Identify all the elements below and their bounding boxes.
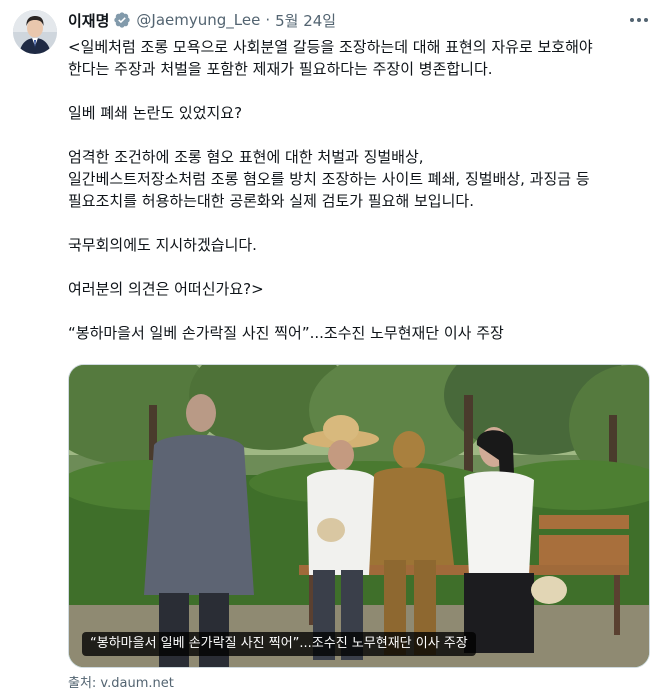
tweet-header: 이재명 @Jaemyung_Lee · 5월 24일	[68, 9, 336, 31]
author-handle[interactable]: @Jaemyung_Lee	[136, 11, 260, 29]
more-options-icon[interactable]	[626, 10, 652, 30]
separator-dot: ·	[265, 11, 271, 29]
verified-badge-icon	[113, 11, 131, 29]
avatar[interactable]	[13, 10, 57, 54]
tweet-paragraph: 엄격한 조건하에 조롱 혐오 표현에 대한 처벌과 징벌배상, 일간베스트저장소…	[68, 148, 590, 210]
tweet-paragraph: 여러분의 의견은 어떠신가요?>	[68, 280, 264, 298]
tweet-date[interactable]: 5월 24일	[275, 10, 336, 31]
linked-article-title: “봉하마을서 일베 손가락질 사진 찍어”...조수진 노무현재단 이사 주장	[68, 324, 504, 342]
news-photo	[69, 365, 649, 667]
tweet-paragraph: 국무회의에도 지시하겠습니다.	[68, 236, 257, 254]
link-card-caption: “봉하마을서 일베 손가락질 사진 찍어”...조수진 노무현재단 이사 주장	[82, 632, 476, 656]
tweet: 이재명 @Jaemyung_Lee · 5월 24일 <일베처럼 조롱 모욕으로…	[0, 0, 669, 696]
tweet-paragraph: <일베처럼 조롱 모욕으로 사회분열 갈등을 조장하는데 대해 표현의 자유로 …	[68, 38, 593, 78]
author-name[interactable]: 이재명	[68, 10, 109, 31]
tweet-paragraph: 일베 폐쇄 논란도 있었지요?	[68, 104, 243, 122]
tweet-text: <일베처럼 조롱 모욕으로 사회분열 갈등을 조장하는데 대해 표현의 자유로 …	[68, 36, 658, 344]
link-card-image[interactable]: “봉하마을서 일베 손가락질 사진 찍어”...조수진 노무현재단 이사 주장	[68, 364, 650, 668]
link-card-source[interactable]: 출처: v.daum.net	[68, 672, 174, 691]
